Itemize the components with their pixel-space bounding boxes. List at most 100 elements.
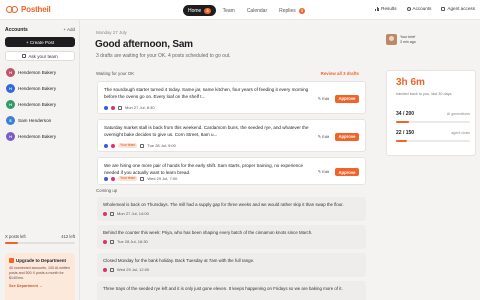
right-panel: Your brief 3 min ago 3h 6m handed back to… [382, 20, 480, 300]
account-text: Henderson Bakery [18, 70, 56, 75]
upcoming-meta: Tue 28 Jul, 16:30 [103, 239, 148, 244]
approve-button[interactable]: Approve [335, 132, 359, 141]
tab-calendar[interactable]: Calendar [242, 5, 272, 16]
edit-button[interactable]: ✎ Edit [318, 96, 329, 101]
instagram-icon [111, 105, 115, 110]
account-name: Henderson Bakery [18, 70, 57, 75]
sidebar-account-item[interactable]: H Henderson Bakery [4, 97, 76, 112]
approve-label: Approve [338, 169, 356, 175]
stat-row-generations: 34 / 200 AI generations [396, 111, 470, 117]
top-bar: Postheil Home 3 Team Calendar Replies 3 … [0, 0, 480, 20]
instagram-icon [103, 239, 107, 244]
generations-label: AI generations [446, 112, 470, 116]
time-saved-value: 3h 6m [396, 77, 425, 88]
upcoming-time: Mon 27 Jul, 14:00 [117, 211, 149, 216]
tab-replies[interactable]: Replies 3 [274, 5, 310, 16]
agent-icon [441, 6, 446, 11]
drafts-section-label: Waiting for your OK [96, 71, 135, 76]
main-nav: Home 3 Team Calendar Replies 3 [183, 5, 310, 16]
results-link[interactable]: Results [375, 6, 397, 11]
sidebar-account-item[interactable]: H Henderson Bakery [4, 65, 76, 80]
posts-left: X posts left 412 left [5, 234, 75, 239]
sidebar-account-item[interactable]: H Henderson Bakery [4, 129, 76, 144]
tab-home[interactable]: Home 3 [183, 5, 216, 16]
instagram-icon [103, 211, 107, 216]
upcoming-text: Closed Monday for the bank holiday. Back… [103, 258, 255, 263]
review-all-link[interactable]: Review all 3 drafts [321, 71, 359, 76]
create-post-label: + Create Post [25, 39, 55, 45]
approve-button[interactable]: Approve [335, 94, 359, 103]
chats-value: 22 / 150 [396, 130, 415, 136]
approve-label: Approve [338, 96, 356, 101]
tab-team[interactable]: Team [218, 5, 240, 16]
create-post-button[interactable]: + Create Post [5, 37, 75, 47]
account-name: Henderson Bakery [18, 134, 57, 139]
draft-meta: Your team Tue 28 Jul, 9:00 [104, 143, 176, 148]
upcoming-section-label: Coming up [96, 188, 118, 193]
posts-left-count: 412 left [61, 234, 75, 239]
sidebar: Accounts + Add + Create Post Ask your te… [0, 20, 80, 300]
time-saved-caption: handed back to you, last 30 days [396, 92, 452, 96]
agent-access-link[interactable]: Agent access [441, 6, 475, 11]
brief-profile[interactable]: Your brief 3 min ago [386, 34, 416, 45]
sidebar-account-item[interactable]: S Sam Henderson [4, 113, 76, 128]
results-label: Results [381, 6, 397, 11]
account-text: Henderson Bakery [18, 102, 56, 107]
page-title: Good afternoon, Sam [95, 39, 193, 50]
draft-badge: Your team [118, 176, 138, 181]
tab-home-label: Home [188, 7, 202, 14]
edit-label: Edit [322, 95, 329, 101]
instagram-icon [111, 143, 115, 148]
chat-icon [22, 54, 27, 58]
add-account-button[interactable]: + Add [63, 27, 75, 33]
upcoming-card[interactable]: Three trays of the seeded rye left and i… [97, 281, 366, 300]
account-name: Sam Henderson [18, 118, 52, 123]
draft-text: We are hiring one more pair of hands for… [104, 163, 304, 175]
logo[interactable]: Postheil [6, 5, 51, 14]
facebook-icon [104, 105, 108, 110]
tab-team-label: Team [222, 7, 235, 14]
account-avatar: S [6, 116, 15, 125]
sidebar-account-item[interactable]: H Henderson Bakery [4, 81, 76, 96]
draft-time: Mon 27 Jul, 8:30 [125, 105, 155, 110]
logo-icon [6, 5, 18, 14]
account-text: Henderson Bakery [18, 86, 56, 91]
chats-bar [396, 140, 470, 142]
draft-card: We are hiring one more pair of hands for… [97, 157, 366, 185]
draft-time: Tue 28 Jul, 9:00 [147, 143, 176, 148]
agent-access-label: Agent access [447, 6, 475, 11]
brief-line: 3 min ago [400, 39, 416, 44]
instagram-icon [103, 267, 107, 272]
accounts-link[interactable]: Accounts [406, 6, 431, 11]
account-avatar: H [6, 132, 15, 141]
approve-button[interactable]: Approve [335, 168, 359, 176]
upcoming-text: Three trays of the seeded rye left and i… [103, 286, 343, 291]
account-list: H Henderson Bakery H Henderson Bakery H Hende… [4, 65, 76, 145]
ask-team-label: Ask your team [28, 53, 58, 59]
upgrade-header: Upgrade to Department [9, 258, 71, 263]
approve-label: Approve [338, 134, 356, 139]
upcoming-meta: Mon 27 Jul, 14:00 [103, 211, 149, 216]
page-subtitle: 3 drafts are waiting for your OK. 4 post… [96, 53, 231, 59]
brief-line: Your brief [400, 35, 416, 39]
chart-icon [375, 6, 380, 11]
upcoming-card[interactable]: Wholemeal is back on Thursdays. The mill… [97, 197, 366, 221]
upcoming-time: Wed 29 Jul, 12:00 [117, 267, 150, 272]
pencil-icon: ✎ [317, 95, 322, 101]
account-avatar: H [6, 84, 15, 93]
upcoming-card[interactable]: Closed Monday for the bank holiday. Back… [97, 253, 366, 277]
upcoming-time: Tue 28 Jul, 16:30 [117, 239, 148, 244]
account-name: Henderson Bakery [18, 86, 57, 91]
see-department-link[interactable]: See Department → [9, 284, 71, 288]
upcoming-card[interactable]: Behind the counter this week: Priya, who… [97, 225, 366, 249]
tab-calendar-label: Calendar [246, 7, 268, 14]
stat-row-chats: 22 / 150 agent chats [396, 130, 470, 136]
account-text: Sam Henderson [18, 118, 51, 123]
account-avatar: H [6, 100, 15, 109]
edit-button[interactable]: ✎ Edit [318, 134, 329, 139]
upgrade-card: Upgrade to Department 40 connected accou… [5, 253, 75, 300]
date-label: Monday 27 July [96, 30, 127, 35]
calendar-icon [110, 239, 114, 244]
ask-team-button[interactable]: Ask your team [5, 51, 75, 61]
edit-button[interactable]: ✎ Edit [318, 169, 329, 174]
